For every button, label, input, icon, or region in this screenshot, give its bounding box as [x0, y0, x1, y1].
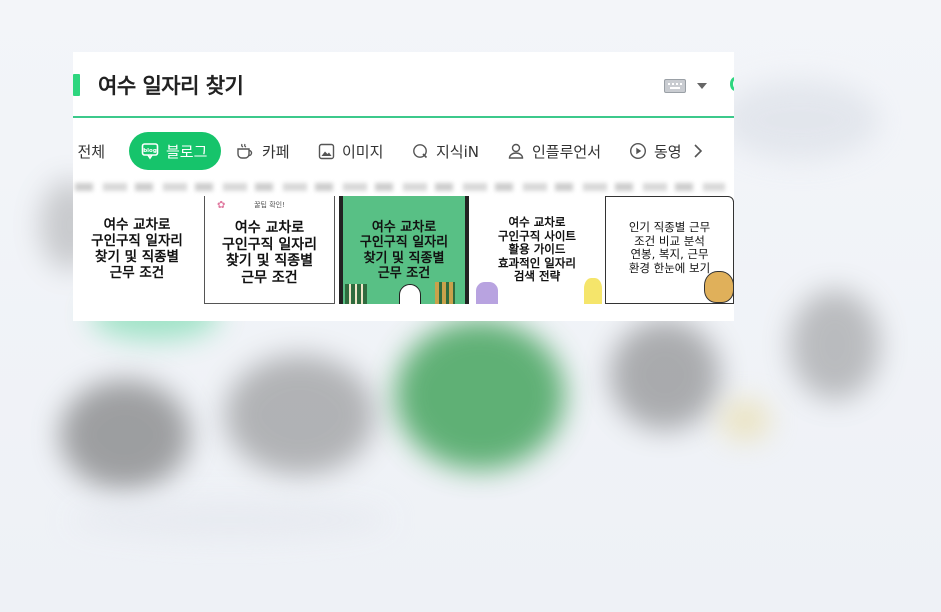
- person-illustration: [476, 282, 498, 304]
- svg-text:blog: blog: [143, 148, 157, 154]
- tab-label: 동영: [654, 142, 682, 161]
- search-bar[interactable]: 여수 일자리 찾기: [73, 52, 734, 118]
- thumbnail-title: 인기 직종별 근무 조건 비교 분석 연봉, 복지, 근무 환경 한눈에 보기: [628, 220, 711, 275]
- person-icon: [508, 143, 524, 159]
- thumbnail-badge: 꿀팁 확인!: [254, 201, 285, 209]
- tab-label: 이미지: [342, 142, 384, 161]
- thumbnail-title: 여수 교차로 구인구직 일자리 찾기 및 직종별 근무 조건: [359, 220, 449, 281]
- tab-image[interactable]: 이미지: [318, 132, 383, 170]
- search-button-edge[interactable]: [730, 77, 734, 91]
- mascot-illustration: [704, 271, 733, 303]
- tab-label: 지식iN: [436, 142, 479, 161]
- person-illustration: [399, 284, 421, 304]
- thumbnail-2[interactable]: ✿ 꿀팁 확인! 여수 교차로 구인구직 일자리 찾기 및 직종별 근무 조건: [204, 196, 335, 304]
- person-illustration: [584, 278, 602, 304]
- tab-label: 블로그: [166, 142, 208, 161]
- blog-icon: blog: [141, 143, 159, 160]
- keyboard-icon[interactable]: [664, 79, 686, 93]
- q-icon: [413, 143, 428, 158]
- books-illustration: [345, 284, 367, 304]
- thumbnail-5[interactable]: 인기 직종별 근무 조건 비교 분석 연봉, 복지, 근무 환경 한눈에 보기: [605, 196, 734, 304]
- search-accent-bar: [73, 74, 80, 96]
- tab-label: 인플루언서: [532, 142, 602, 161]
- search-results-card: 여수 일자리 찾기 ⁚ 전체 blog 블로그 카페 이미지 지식iN: [73, 52, 734, 321]
- thumbnail-title: 여수 교차로 구인구직 사이트 활용 가이드 효과적인 일자리 검색 전략: [497, 215, 577, 284]
- thumbnail-1[interactable]: 여수 교차로 구인구직 일자리 찾기 및 직종별 근무 조건: [73, 196, 201, 304]
- image-icon: [318, 143, 335, 159]
- search-query[interactable]: 여수 일자리 찾기: [98, 70, 244, 100]
- tab-label: 전체: [77, 142, 106, 161]
- tabs-next-button[interactable]: [692, 132, 711, 170]
- cafe-cup-icon: [237, 143, 253, 159]
- tab-label: 카페: [262, 142, 290, 161]
- tab-kin[interactable]: 지식iN: [412, 132, 479, 170]
- thumbnail-title: 여수 교차로 구인구직 일자리 찾기 및 직종별 근무 조건: [221, 220, 318, 286]
- chevron-down-icon[interactable]: [697, 83, 707, 89]
- tab-blog[interactable]: blog 블로그: [129, 132, 222, 170]
- thumbnail-3[interactable]: 여수 교차로 구인구직 일자리 찾기 및 직종별 근무 조건: [339, 196, 469, 304]
- thumbnail-4[interactable]: 여수 교차로 구인구직 사이트 활용 가이드 효과적인 일자리 검색 전략: [472, 196, 602, 304]
- search-tabs: ⁚ 전체 blog 블로그 카페 이미지 지식iN 인플루언서 동영: [73, 132, 734, 172]
- play-icon: [629, 142, 647, 160]
- tab-video[interactable]: 동영: [629, 132, 682, 170]
- thumbnail-strip: 여수 교차로 구인구직 일자리 찾기 및 직종별 근무 조건 ✿ 꿀팁 확인! …: [73, 196, 734, 304]
- blurred-snippet-text: [73, 180, 734, 194]
- chevron-right-icon: [694, 144, 703, 158]
- tab-all[interactable]: ⁚ 전체: [73, 132, 105, 170]
- tab-influencer[interactable]: 인플루언서: [507, 132, 601, 170]
- thumbnail-title: 여수 교차로 구인구직 일자리 찾기 및 직종별 근무 조건: [91, 217, 183, 281]
- tab-cafe[interactable]: 카페: [235, 132, 290, 170]
